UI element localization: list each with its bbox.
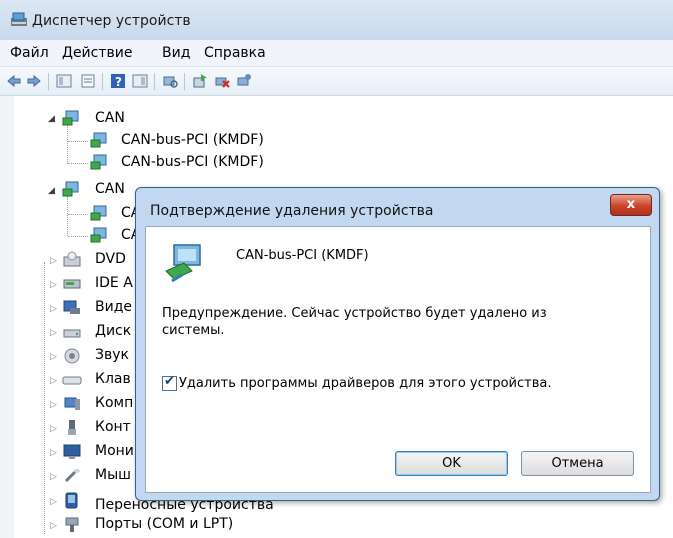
delete-driver-checkbox-label[interactable]: Удалить программы драйверов для этого ус…: [179, 376, 551, 391]
check-icon: ✔: [164, 374, 175, 389]
dvd-drive-icon: [63, 251, 81, 267]
update-driver-icon[interactable]: [192, 73, 208, 89]
expander-collapsed[interactable]: ▷: [50, 328, 57, 338]
tree-connector: [68, 163, 88, 164]
window-title: Диспетчер устройств: [32, 13, 191, 29]
toolbar-separator: [154, 73, 155, 90]
device-manager-icon: [11, 12, 27, 26]
toolbar-separator: [48, 73, 49, 90]
device-name: CAN-bus-PCI (KMDF): [236, 248, 369, 263]
tree-connector: [68, 214, 88, 215]
tree-connector: [67, 124, 68, 164]
expander-expanded[interactable]: ◢: [48, 114, 55, 124]
portable-device-icon: [65, 492, 78, 509]
expander-collapsed[interactable]: ▷: [50, 448, 57, 458]
can-device-icon: [90, 132, 107, 148]
ports-icon: [65, 517, 79, 532]
tree-connector: [68, 236, 88, 237]
dialog-body: CAN-bus-PCI (KMDF) Предупреждение. Сейча…: [145, 226, 651, 493]
tree-node-controllers[interactable]: Конт: [95, 419, 131, 435]
tree-node-can-bus-pci[interactable]: CAN-bus-PCI (KMDF): [121, 154, 264, 170]
tree-connector: [67, 196, 68, 236]
expander-collapsed[interactable]: ▷: [50, 424, 57, 434]
delete-driver-checkbox[interactable]: ✔: [162, 374, 177, 391]
tree-connector: [44, 262, 45, 534]
computer-icon: [64, 397, 80, 410]
disable-icon[interactable]: [236, 73, 252, 89]
usb-controller-icon: [68, 420, 76, 435]
scan-hardware-icon[interactable]: [162, 73, 178, 89]
dialog-close-button[interactable]: x: [610, 194, 652, 216]
expander-collapsed[interactable]: ▷: [50, 352, 57, 362]
console-tree-icon[interactable]: [56, 73, 72, 89]
tree-node-keyboard[interactable]: Клав: [95, 371, 131, 387]
sound-icon: [64, 348, 80, 364]
uninstall-confirm-dialog: Подтверждение удаления устройства x CAN-…: [135, 187, 660, 501]
can-category-icon: [62, 181, 79, 197]
expander-collapsed[interactable]: ▷: [50, 256, 57, 266]
tree-connector: [68, 141, 88, 142]
dialog-title: Подтверждение удаления устройства: [150, 203, 434, 219]
close-icon: x: [626, 197, 636, 212]
tree-node-monitors[interactable]: Мони: [95, 443, 134, 459]
expander-collapsed[interactable]: ▷: [50, 521, 57, 531]
video-adapter-icon: [63, 300, 80, 314]
tree-node-ports[interactable]: Порты (COM и LPT): [95, 516, 233, 532]
ide-controller-icon: [63, 279, 81, 289]
toolbar-separator: [102, 73, 103, 90]
uninstall-icon[interactable]: [214, 73, 230, 89]
menu-help[interactable]: Справка: [204, 45, 266, 61]
expander-collapsed[interactable]: ▷: [50, 376, 57, 386]
expander-collapsed[interactable]: ▷: [50, 280, 57, 290]
cancel-button[interactable]: Отмена: [521, 451, 634, 476]
tree-node-ide[interactable]: IDE A: [95, 275, 133, 291]
mouse-icon: [64, 469, 80, 483]
tree-node-sound[interactable]: Звук: [95, 347, 129, 363]
expander-expanded[interactable]: ◢: [48, 186, 55, 196]
can-device-icon: [165, 244, 201, 283]
can-device-icon: [90, 154, 107, 170]
can-device-icon: [90, 205, 107, 221]
svg-text:?: ?: [115, 75, 122, 89]
back-icon[interactable]: [6, 73, 22, 89]
menu-action[interactable]: Действие: [62, 45, 132, 61]
forward-icon[interactable]: [26, 73, 42, 89]
menu-bar: Файл Действие Вид Справка: [0, 40, 673, 67]
expander-collapsed[interactable]: ▷: [50, 497, 57, 507]
toolbar: ?: [0, 67, 673, 96]
ok-button[interactable]: OK: [395, 451, 508, 476]
toolbar-separator: [184, 73, 185, 90]
tree-node-dvd[interactable]: DVD: [95, 251, 126, 267]
tree-node-disk[interactable]: Диск: [95, 323, 131, 339]
tree-node-video[interactable]: Виде: [95, 299, 132, 315]
expander-collapsed[interactable]: ▷: [50, 304, 57, 314]
view-icon[interactable]: [132, 73, 148, 89]
warning-text: Предупреждение. Сейчас устройство будет …: [162, 306, 547, 338]
tree-node-mice[interactable]: Мыш: [95, 467, 131, 483]
can-device-icon: [90, 227, 107, 243]
help-icon[interactable]: ?: [110, 73, 126, 89]
tree-node-computer[interactable]: Комп: [95, 395, 133, 411]
expander-collapsed[interactable]: ▷: [50, 400, 57, 410]
tree-node-can[interactable]: CAN: [95, 110, 125, 126]
monitor-icon: [63, 444, 81, 459]
keyboard-icon: [62, 376, 82, 385]
tree-node-can[interactable]: CAN: [95, 181, 125, 197]
menu-file[interactable]: Файл: [10, 45, 49, 61]
tree-node-can-bus-pci[interactable]: CAN-bus-PCI (KMDF): [121, 132, 264, 148]
disk-drive-icon: [63, 329, 81, 338]
menu-view[interactable]: Вид: [162, 45, 190, 61]
can-category-icon: [62, 110, 79, 126]
properties-icon[interactable]: [80, 73, 96, 89]
expander-collapsed[interactable]: ▷: [50, 472, 57, 482]
title-bar: Диспетчер устройств: [0, 0, 673, 41]
